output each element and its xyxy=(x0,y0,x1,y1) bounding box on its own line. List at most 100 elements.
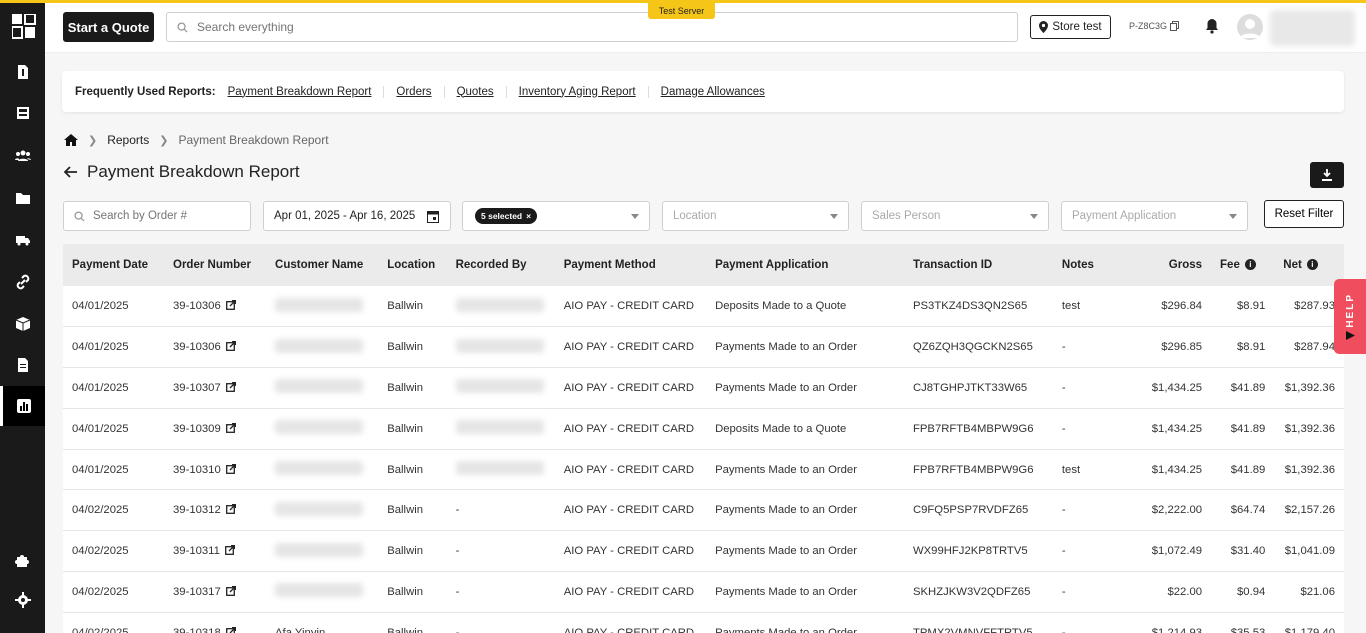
cell-order-number[interactable]: 39-10306 xyxy=(164,326,267,369)
order-number-link[interactable]: 39-10317 xyxy=(173,586,221,598)
table-row[interactable]: 04/01/2025 39-10310 Ballwin AIO PAY - CREDI… xyxy=(63,449,1344,491)
location-filter[interactable]: Location xyxy=(662,201,849,231)
external-link-icon[interactable] xyxy=(225,422,236,433)
table-header-row: Payment Date Order Number Customer Name … xyxy=(63,244,1344,286)
sidebar-item-reports[interactable] xyxy=(0,386,45,426)
order-search-input[interactable] xyxy=(93,210,233,222)
start-quote-button[interactable]: Start a Quote xyxy=(63,12,154,42)
col-customer-name[interactable]: Customer Name xyxy=(266,244,379,286)
table-row[interactable]: 04/02/2025 39-10311 Ballwin - AIO PAY - CRED… xyxy=(63,530,1344,573)
order-number-link[interactable]: 39-10311 xyxy=(173,545,220,557)
external-link-icon[interactable] xyxy=(225,463,236,474)
col-payment-method[interactable]: Payment Method xyxy=(554,244,707,286)
chip-close-icon[interactable]: × xyxy=(526,211,531,221)
download-button[interactable] xyxy=(1310,162,1344,188)
cell-notes: - xyxy=(1052,367,1130,409)
user-name-redacted[interactable] xyxy=(1270,10,1355,46)
table-row[interactable]: 04/02/2025 39-10312 Ballwin - AIO PAY - CRED… xyxy=(63,489,1344,532)
cell-net: $21.06 xyxy=(1274,571,1344,613)
external-link-icon[interactable] xyxy=(225,381,236,392)
col-payment-application[interactable]: Payment Application xyxy=(706,244,904,286)
cell-order-number[interactable]: 39-10306 xyxy=(164,286,267,328)
sidebar-item-orders[interactable] xyxy=(0,93,45,133)
frequent-link-quotes[interactable]: Quotes xyxy=(443,85,506,98)
global-search[interactable] xyxy=(166,12,1018,42)
sidebar-item-delivery[interactable] xyxy=(0,220,45,260)
frequent-link-damage-allowances[interactable]: Damage Allowances xyxy=(647,85,777,98)
table-row[interactable]: 04/01/2025 39-10306 Ballwin AIO PAY - CREDI… xyxy=(63,286,1344,328)
order-number-link[interactable]: 39-10306 xyxy=(173,341,221,353)
sales-person-filter[interactable]: Sales Person xyxy=(861,201,1049,231)
col-notes[interactable]: Notes xyxy=(1052,244,1130,286)
store-selector-button[interactable]: Store test xyxy=(1030,15,1111,39)
selected-count-chip[interactable]: 5 selected × xyxy=(475,208,538,224)
breadcrumb-reports[interactable]: Reports xyxy=(107,133,149,147)
notification-bell-icon[interactable] xyxy=(1205,18,1219,34)
table-row[interactable]: 04/01/2025 39-10307 Ballwin AIO PAY - CREDI… xyxy=(63,367,1344,409)
col-net[interactable]: Net i xyxy=(1274,244,1344,286)
order-number-link[interactable]: 39-10309 xyxy=(173,423,221,435)
cell-transaction-id: SKHZJKW3V2QDFZ65 xyxy=(903,571,1053,613)
order-search-filter[interactable] xyxy=(63,201,251,231)
table-row[interactable]: 04/02/2025 39-10318 Afa Yinyin Ballwin - AIO … xyxy=(63,612,1344,633)
sidebar-item-quotes[interactable] xyxy=(0,52,45,92)
reset-filter-button[interactable]: Reset Filter xyxy=(1264,200,1344,228)
frequent-link-payment-breakdown[interactable]: Payment Breakdown Report xyxy=(228,86,384,98)
cell-order-number[interactable]: 39-10318 xyxy=(164,612,267,633)
external-link-icon[interactable] xyxy=(225,626,236,633)
col-payment-date[interactable]: Payment Date xyxy=(63,244,164,286)
app-logo-icon[interactable] xyxy=(12,14,36,40)
copy-icon[interactable] xyxy=(1170,21,1180,31)
info-icon[interactable]: i xyxy=(1244,259,1256,271)
avatar[interactable] xyxy=(1237,14,1263,40)
external-link-icon[interactable] xyxy=(224,545,235,556)
table-row[interactable]: 04/01/2025 39-10306 Ballwin AIO PAY - CREDI… xyxy=(63,326,1344,369)
table-row[interactable]: 04/01/2025 39-10309 Ballwin AIO PAY - CREDI… xyxy=(63,408,1344,450)
cell-order-number[interactable]: 39-10317 xyxy=(164,571,267,613)
order-number-link[interactable]: 39-10307 xyxy=(173,382,221,394)
order-number-link[interactable]: 39-10310 xyxy=(173,464,221,476)
table-row[interactable]: 04/02/2025 39-10317 Ballwin - AIO PAY - CRED… xyxy=(63,571,1344,613)
sidebar-item-settings[interactable] xyxy=(0,580,45,620)
cell-order-number[interactable]: 39-10312 xyxy=(164,489,267,532)
col-fee[interactable]: Fee i xyxy=(1211,244,1275,286)
date-range-filter[interactable]: Apr 01, 2025 - Apr 16, 2025 xyxy=(263,201,451,231)
cell-order-number[interactable]: 39-10307 xyxy=(164,367,267,409)
sidebar-item-customers[interactable] xyxy=(0,136,45,176)
back-arrow-icon[interactable] xyxy=(64,165,78,179)
cell-location: Ballwin xyxy=(378,449,447,491)
help-tab[interactable]: HELP xyxy=(1334,279,1366,354)
home-icon[interactable] xyxy=(64,133,78,147)
cell-order-number[interactable]: 39-10310 xyxy=(164,449,267,491)
cell-customer-name xyxy=(266,571,379,613)
info-icon[interactable]: i xyxy=(1306,259,1318,271)
search-input[interactable] xyxy=(197,13,997,41)
cell-recorded-by xyxy=(446,449,555,491)
order-number-link[interactable]: 39-10312 xyxy=(173,504,221,516)
sidebar-item-inventory[interactable] xyxy=(0,304,45,344)
col-order-number[interactable]: Order Number xyxy=(164,244,267,286)
sidebar-item-files[interactable] xyxy=(0,178,45,218)
order-number-link[interactable]: 39-10306 xyxy=(173,300,221,312)
order-number-link[interactable]: 39-10318 xyxy=(173,627,221,633)
sidebar-item-documents[interactable] xyxy=(0,345,45,385)
external-link-icon[interactable] xyxy=(225,585,236,596)
external-link-icon[interactable] xyxy=(225,504,236,515)
cell-order-number[interactable]: 39-10311 xyxy=(164,530,267,573)
external-link-icon[interactable] xyxy=(225,341,236,352)
cell-payment-date: 04/02/2025 xyxy=(63,612,164,633)
payment-application-filter[interactable]: Payment Application xyxy=(1061,201,1248,231)
frequent-link-inventory-aging[interactable]: Inventory Aging Report xyxy=(505,85,648,98)
sidebar-item-links[interactable] xyxy=(0,262,45,302)
sidebar-item-integrations[interactable] xyxy=(0,540,45,580)
col-recorded-by[interactable]: Recorded By xyxy=(446,244,555,286)
recorded-by-filter[interactable]: 5 selected × xyxy=(462,201,650,231)
external-link-icon[interactable] xyxy=(225,300,236,311)
cell-order-number[interactable]: 39-10309 xyxy=(164,408,267,450)
frequent-link-orders[interactable]: Orders xyxy=(383,85,443,98)
col-transaction-id[interactable]: Transaction ID xyxy=(903,244,1053,286)
col-gross[interactable]: Gross xyxy=(1129,244,1212,286)
cell-payment-application: Payments Made to an Order xyxy=(706,612,904,633)
top-header: Start a Quote Test Server Store test P-Z… xyxy=(45,3,1366,53)
col-location[interactable]: Location xyxy=(378,244,447,286)
